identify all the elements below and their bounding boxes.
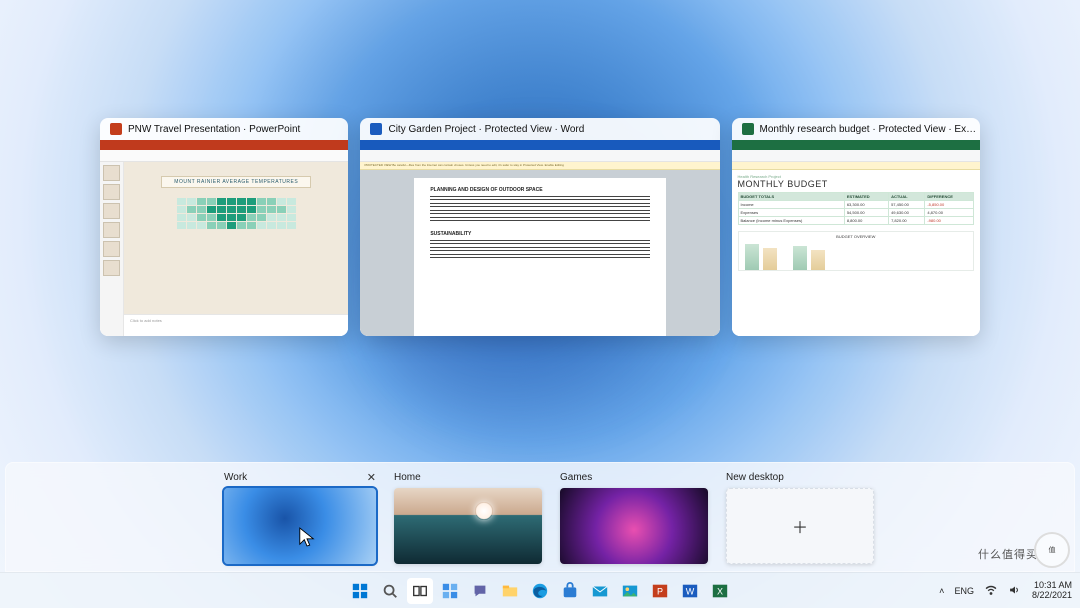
virtual-desktop-work[interactable]: Work ✕ bbox=[224, 470, 376, 564]
excel-icon[interactable]: X bbox=[707, 578, 733, 604]
window-thumbnail: MOUNT RAINIER AVERAGE TEMPERATURES Click… bbox=[100, 140, 348, 336]
budget-overview-chart: BUDGET OVERVIEW bbox=[738, 231, 974, 271]
window-card-word[interactable]: City Garden Project · Protected View · W… bbox=[360, 118, 719, 336]
task-view-icon[interactable] bbox=[407, 578, 433, 604]
powerpoint-icon bbox=[110, 123, 122, 135]
explorer-icon[interactable] bbox=[497, 578, 523, 604]
word-icon[interactable]: W bbox=[677, 578, 703, 604]
vd-thumbnail bbox=[560, 488, 708, 564]
window-title: City Garden Project · Protected View · W… bbox=[388, 124, 584, 135]
excel-icon bbox=[742, 123, 754, 135]
protected-view-banner bbox=[732, 162, 980, 170]
chat-icon[interactable] bbox=[467, 578, 493, 604]
vd-label: Home bbox=[394, 472, 421, 483]
powerpoint-icon[interactable]: P bbox=[647, 578, 673, 604]
widgets-icon[interactable] bbox=[437, 578, 463, 604]
window-title: PNW Travel Presentation · PowerPoint bbox=[128, 124, 300, 135]
add-desktop-button[interactable]: ＋ bbox=[726, 488, 874, 564]
slide-notes-placeholder: Click to add notes bbox=[124, 314, 348, 336]
window-title-bar: Monthly research budget · Protected View… bbox=[732, 118, 980, 140]
photos-icon[interactable] bbox=[617, 578, 643, 604]
virtual-desktops-tray: Work ✕ Home Games New desktop ＋ bbox=[5, 462, 1075, 572]
watermark-text: 什么值得买 bbox=[978, 546, 1038, 562]
vd-thumbnail bbox=[394, 488, 542, 564]
mail-icon[interactable] bbox=[587, 578, 613, 604]
slide-title: MOUNT RAINIER AVERAGE TEMPERATURES bbox=[161, 176, 311, 188]
close-icon[interactable]: ✕ bbox=[367, 471, 376, 484]
window-thumbnail: PROTECTED VIEW Be careful—files from the… bbox=[360, 140, 719, 336]
window-title-bar: City Garden Project · Protected View · W… bbox=[360, 118, 719, 140]
watermark-badge: 值 bbox=[1034, 532, 1070, 568]
system-tray: ˄ ENG 10:31 AM 8/22/2021 bbox=[939, 573, 1072, 608]
cursor-icon bbox=[298, 526, 316, 548]
tray-clock[interactable]: 10:31 AM 8/22/2021 bbox=[1032, 581, 1072, 601]
plus-icon: ＋ bbox=[792, 514, 808, 538]
vd-label: New desktop bbox=[726, 472, 784, 483]
svg-text:W: W bbox=[686, 586, 695, 596]
window-title: Monthly research budget · Protected View… bbox=[760, 124, 977, 135]
taskbar: P W X ˄ ENG 10:31 AM 8/22/2021 bbox=[0, 572, 1080, 608]
edge-icon[interactable] bbox=[527, 578, 553, 604]
new-virtual-desktop[interactable]: New desktop ＋ bbox=[726, 470, 874, 564]
volume-icon[interactable] bbox=[1008, 583, 1022, 599]
window-title-bar: PNW Travel Presentation · PowerPoint bbox=[100, 118, 348, 140]
workbook-title: MONTHLY BUDGET bbox=[738, 179, 974, 189]
search-icon[interactable] bbox=[377, 578, 403, 604]
protected-view-banner: PROTECTED VIEW Be careful—files from the… bbox=[360, 162, 719, 170]
virtual-desktop-games[interactable]: Games bbox=[560, 470, 708, 564]
window-thumbnail: Health Research Project MONTHLY BUDGET B… bbox=[732, 140, 980, 336]
svg-text:X: X bbox=[717, 586, 723, 596]
wifi-icon[interactable] bbox=[984, 583, 998, 599]
window-card-excel[interactable]: Monthly research budget · Protected View… bbox=[732, 118, 980, 336]
vd-thumbnail bbox=[224, 488, 376, 564]
vd-label: Work bbox=[224, 472, 247, 483]
tray-language[interactable]: ENG bbox=[954, 586, 974, 596]
window-card-powerpoint[interactable]: PNW Travel Presentation · PowerPoint MOU… bbox=[100, 118, 348, 336]
chevron-up-icon[interactable]: ˄ bbox=[939, 586, 944, 596]
taskbar-center-icons: P W X bbox=[347, 578, 733, 604]
start-icon[interactable] bbox=[347, 578, 373, 604]
task-view-window-row: PNW Travel Presentation · PowerPoint MOU… bbox=[0, 118, 1080, 336]
doc-heading-1: PLANNING AND DESIGN OF OUTDOOR SPACE bbox=[430, 186, 649, 194]
word-icon bbox=[370, 123, 382, 135]
vd-label: Games bbox=[560, 472, 592, 483]
svg-text:P: P bbox=[657, 586, 663, 596]
doc-heading-2: SUSTAINABILITY bbox=[430, 230, 649, 238]
store-icon[interactable] bbox=[557, 578, 583, 604]
virtual-desktop-home[interactable]: Home bbox=[394, 470, 542, 564]
budget-table: BUDGET TOTALS ESTIMATED ACTUAL DIFFERENC… bbox=[738, 192, 974, 225]
